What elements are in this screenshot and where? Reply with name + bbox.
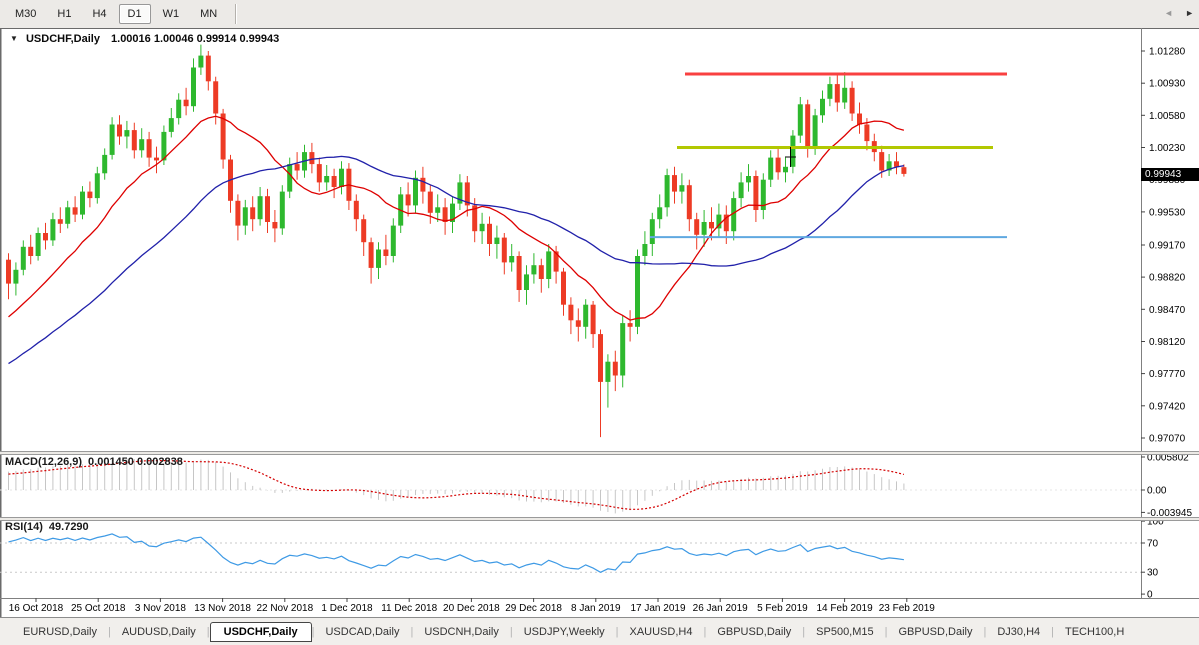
chart-tab-audusd-daily[interactable]: AUDUSD,Daily <box>111 623 207 641</box>
price-chart-canvas[interactable]: 1.012801.009301.005801.002300.998800.995… <box>0 28 1199 617</box>
chart-tab-sp500-m15[interactable]: SP500,M15 <box>805 623 884 641</box>
current-price-label: 0.99943 <box>1141 168 1199 181</box>
tab-scroll-left-icon[interactable]: ◄ <box>1164 8 1173 18</box>
rsi-axis-label: 70 <box>1147 539 1159 550</box>
price-axis-label: 1.00580 <box>1149 111 1186 122</box>
date-axis-label: 14 Feb 2019 <box>817 603 874 614</box>
price-axis-label: 0.98820 <box>1149 273 1186 284</box>
rsi-axis-label: 0 <box>1147 590 1153 601</box>
chart-tab-gbpusd-daily[interactable]: GBPUSD,Daily <box>888 623 984 641</box>
date-axis-label: 16 Oct 2018 <box>9 603 64 614</box>
price-axis-label: 0.98120 <box>1149 337 1186 348</box>
date-axis-label: 8 Jan 2019 <box>571 603 621 614</box>
date-axis-label: 20 Dec 2018 <box>443 603 500 614</box>
date-axis-label: 11 Dec 2018 <box>381 603 437 614</box>
date-axis-label: 22 Nov 2018 <box>256 603 313 614</box>
chart-symbol-label: USDCHF,Daily <box>26 33 100 45</box>
price-axis-label: 0.99170 <box>1149 241 1186 252</box>
date-axis-label: 13 Nov 2018 <box>194 603 251 614</box>
date-axis-label: 25 Oct 2018 <box>71 603 126 614</box>
rsi-name: RSI(14) <box>5 521 43 533</box>
date-axis-label: 5 Feb 2019 <box>757 603 808 614</box>
date-axis-label: 29 Dec 2018 <box>505 603 562 614</box>
rsi-indicator-label: RSI(14) 49.7290 <box>5 521 89 533</box>
chart-tab-eurusd-daily[interactable]: EURUSD,Daily <box>12 623 108 641</box>
chart-tab-usdchf-daily[interactable]: USDCHF,Daily <box>210 622 312 642</box>
price-axis-label: 1.00930 <box>1149 79 1186 90</box>
price-axis-label: 0.98470 <box>1149 305 1186 316</box>
date-axis-label: 26 Jan 2019 <box>693 603 748 614</box>
chart-window: 1.012801.009301.005801.002300.998800.995… <box>0 28 1199 617</box>
panel-splitter-macd[interactable] <box>0 451 1199 455</box>
timeframe-button-m30[interactable]: M30 <box>6 4 45 24</box>
date-axis-label: 23 Feb 2019 <box>879 603 936 614</box>
chart-tab-xauusd-h4[interactable]: XAUUSD,H4 <box>619 623 704 641</box>
timeframe-button-d1[interactable]: D1 <box>119 4 151 24</box>
chart-tab-bar: EURUSD,Daily|AUDUSD,Daily|USDCHF,Daily|U… <box>0 617 1199 645</box>
tab-scroll-arrows: ◄ ► <box>1164 8 1194 18</box>
date-axis-label: 3 Nov 2018 <box>135 603 187 614</box>
date-axis-label: 1 Dec 2018 <box>321 603 373 614</box>
chart-tab-tech100-h[interactable]: TECH100,H <box>1054 623 1135 641</box>
trading-terminal: { "toolbar": { "timeframes": [ {"label":… <box>0 0 1199 645</box>
chart-tab-usdcad-daily[interactable]: USDCAD,Daily <box>314 623 410 641</box>
timeframe-button-h4[interactable]: H4 <box>83 4 115 24</box>
tab-scroll-right-icon[interactable]: ► <box>1185 8 1194 18</box>
rsi-value: 49.7290 <box>49 521 89 533</box>
timeframe-button-mn[interactable]: MN <box>191 4 226 24</box>
price-axis-label: 1.01280 <box>1149 47 1186 58</box>
price-axis-label: 0.99530 <box>1149 207 1186 218</box>
price-axis-label: 0.97070 <box>1149 434 1186 445</box>
macd-axis-label: 0.00 <box>1147 486 1167 497</box>
chart-ohlc-values: 1.00016 1.00046 0.99914 0.99943 <box>111 33 279 45</box>
toolbar-separator <box>235 4 237 24</box>
chart-title: ▼ USDCHF,Daily 1.00016 1.00046 0.99914 0… <box>10 33 279 45</box>
panel-splitter-rsi[interactable] <box>0 517 1199 521</box>
chart-tab-dj30-h4[interactable]: DJ30,H4 <box>986 623 1051 641</box>
chart-tab-usdcnh-daily[interactable]: USDCNH,Daily <box>413 623 510 641</box>
macd-name: MACD(12,26,9) <box>5 456 82 468</box>
price-axis-label: 1.00230 <box>1149 143 1186 154</box>
price-axis-label: 0.97420 <box>1149 401 1186 412</box>
chart-tab-usdjpy-weekly[interactable]: USDJPY,Weekly <box>513 623 616 641</box>
collapse-chart-icon[interactable]: ▼ <box>10 34 18 43</box>
timeframe-toolbar: M30H1H4D1W1MN <box>0 0 1199 28</box>
rsi-axis-label: 30 <box>1147 568 1159 579</box>
timeframe-button-group: M30H1H4D1W1MN <box>6 4 229 24</box>
timeframe-button-h1[interactable]: H1 <box>48 4 80 24</box>
price-axis-label: 0.97770 <box>1149 369 1186 380</box>
timeframe-button-w1[interactable]: W1 <box>154 4 189 24</box>
date-axis-label: 17 Jan 2019 <box>630 603 685 614</box>
chart-tab-gbpusd-daily[interactable]: GBPUSD,Daily <box>706 623 802 641</box>
macd-indicator-label: MACD(12,26,9) 0.001450 0.002838 <box>5 456 183 468</box>
macd-values: 0.001450 0.002838 <box>88 456 183 468</box>
